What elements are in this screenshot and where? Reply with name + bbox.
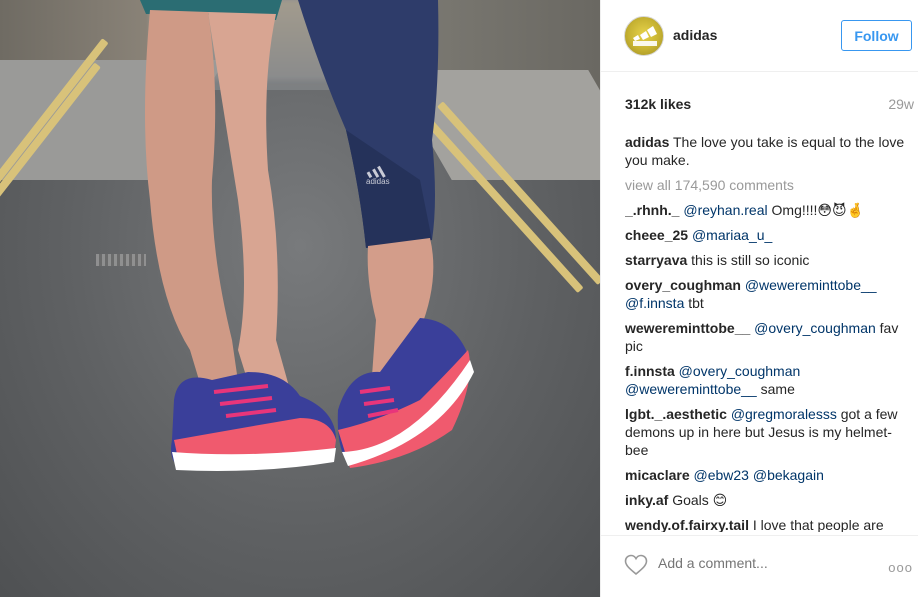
post-age[interactable]: 29w (888, 96, 914, 112)
heart-outline-icon[interactable] (624, 554, 648, 576)
comment-item: wendy.of.fairxy.tail I love that people … (625, 516, 909, 532)
avatar[interactable] (624, 16, 664, 56)
comment-item: lgbt._.aesthetic @gregmoralesss got a fe… (625, 405, 909, 459)
comment-item: cheee_25 @mariaa_u_ (625, 226, 909, 244)
comment-username[interactable]: inky.af (625, 492, 668, 508)
comment-text: Omg!!!!😳😈🤞 (767, 202, 865, 218)
comment-item: wewereminttobe__ @overy_coughman fav pic (625, 319, 909, 355)
comment-mention-link[interactable]: @bekagain (753, 467, 824, 483)
adidas-logo-icon (633, 26, 657, 46)
comment-item: inky.af Goals 😊 (625, 491, 909, 509)
comment-item: _.rhnh._ @reyhan.real Omg!!!!😳😈🤞 (625, 201, 909, 219)
comment-item: micaclare @ebw23 @bekagain (625, 466, 909, 484)
comment-username[interactable]: lgbt._.aesthetic (625, 406, 727, 422)
comment-text: I love that people are (752, 517, 884, 532)
post-username[interactable]: adidas (673, 27, 717, 43)
comment-text: this is still so iconic (691, 252, 810, 268)
add-comment-input[interactable] (658, 555, 858, 571)
post-photo[interactable]: adidas (0, 0, 600, 597)
instagram-post: adidas adidas Follow 312k likes 29w adid… (0, 0, 918, 597)
post-header: adidas Follow (601, 0, 918, 72)
comment-username[interactable]: f.innsta (625, 363, 675, 379)
comment-mention-link[interactable]: @wewereminttobe__ (745, 277, 877, 293)
comment-username[interactable]: wewereminttobe__ (625, 320, 750, 336)
comment-mention-link[interactable]: @reyhan.real (683, 202, 767, 218)
post-side-panel: adidas Follow 312k likes 29w adidas The … (600, 0, 918, 597)
comment-mention-link[interactable]: @overy_coughman (679, 363, 801, 379)
caption-username[interactable]: adidas (625, 134, 669, 150)
likes-count[interactable]: 312k likes (625, 96, 691, 112)
legs-illustration: adidas (140, 0, 474, 471)
comment-text: tbt (684, 295, 704, 311)
post-footer: ooo (601, 535, 918, 597)
comment-mention-link[interactable]: @overy_coughman (754, 320, 876, 336)
comment-item: starryava this is still so iconic (625, 251, 909, 269)
comment-username[interactable]: overy_coughman (625, 277, 741, 293)
comments-list[interactable]: adidas The love you take is equal to the… (625, 133, 909, 532)
comment-mention-link[interactable]: @mariaa_u_ (692, 227, 772, 243)
comment-item: f.innsta @overy_coughman @wewereminttobe… (625, 362, 909, 398)
comment-mention-link[interactable]: @ebw23 (694, 467, 749, 483)
comment-mention-link[interactable]: @wewereminttobe__ (625, 381, 757, 397)
view-all-comments-link[interactable]: view all 174,590 comments (625, 176, 909, 194)
comment-username[interactable]: cheee_25 (625, 227, 688, 243)
comment-username[interactable]: starryava (625, 252, 687, 268)
comment-item: overy_coughman @wewereminttobe__ @f.inns… (625, 276, 909, 312)
comment-mention-link[interactable]: @f.innsta (625, 295, 684, 311)
comment-username[interactable]: micaclare (625, 467, 690, 483)
comment-mention-link[interactable]: @gregmoralesss (731, 406, 837, 422)
follow-button[interactable]: Follow (841, 20, 912, 51)
post-caption: adidas The love you take is equal to the… (625, 133, 909, 169)
comment-text: Goals 😊 (672, 492, 728, 508)
comment-rows: _.rhnh._ @reyhan.real Omg!!!!😳😈🤞 cheee_25… (625, 201, 909, 532)
comment-username[interactable]: _.rhnh._ (625, 202, 679, 218)
leggings-logo-text: adidas (366, 177, 390, 186)
comment-username[interactable]: wendy.of.fairxy.tail (625, 517, 749, 532)
more-options-icon[interactable]: ooo (888, 560, 913, 575)
comment-text: same (756, 381, 795, 397)
